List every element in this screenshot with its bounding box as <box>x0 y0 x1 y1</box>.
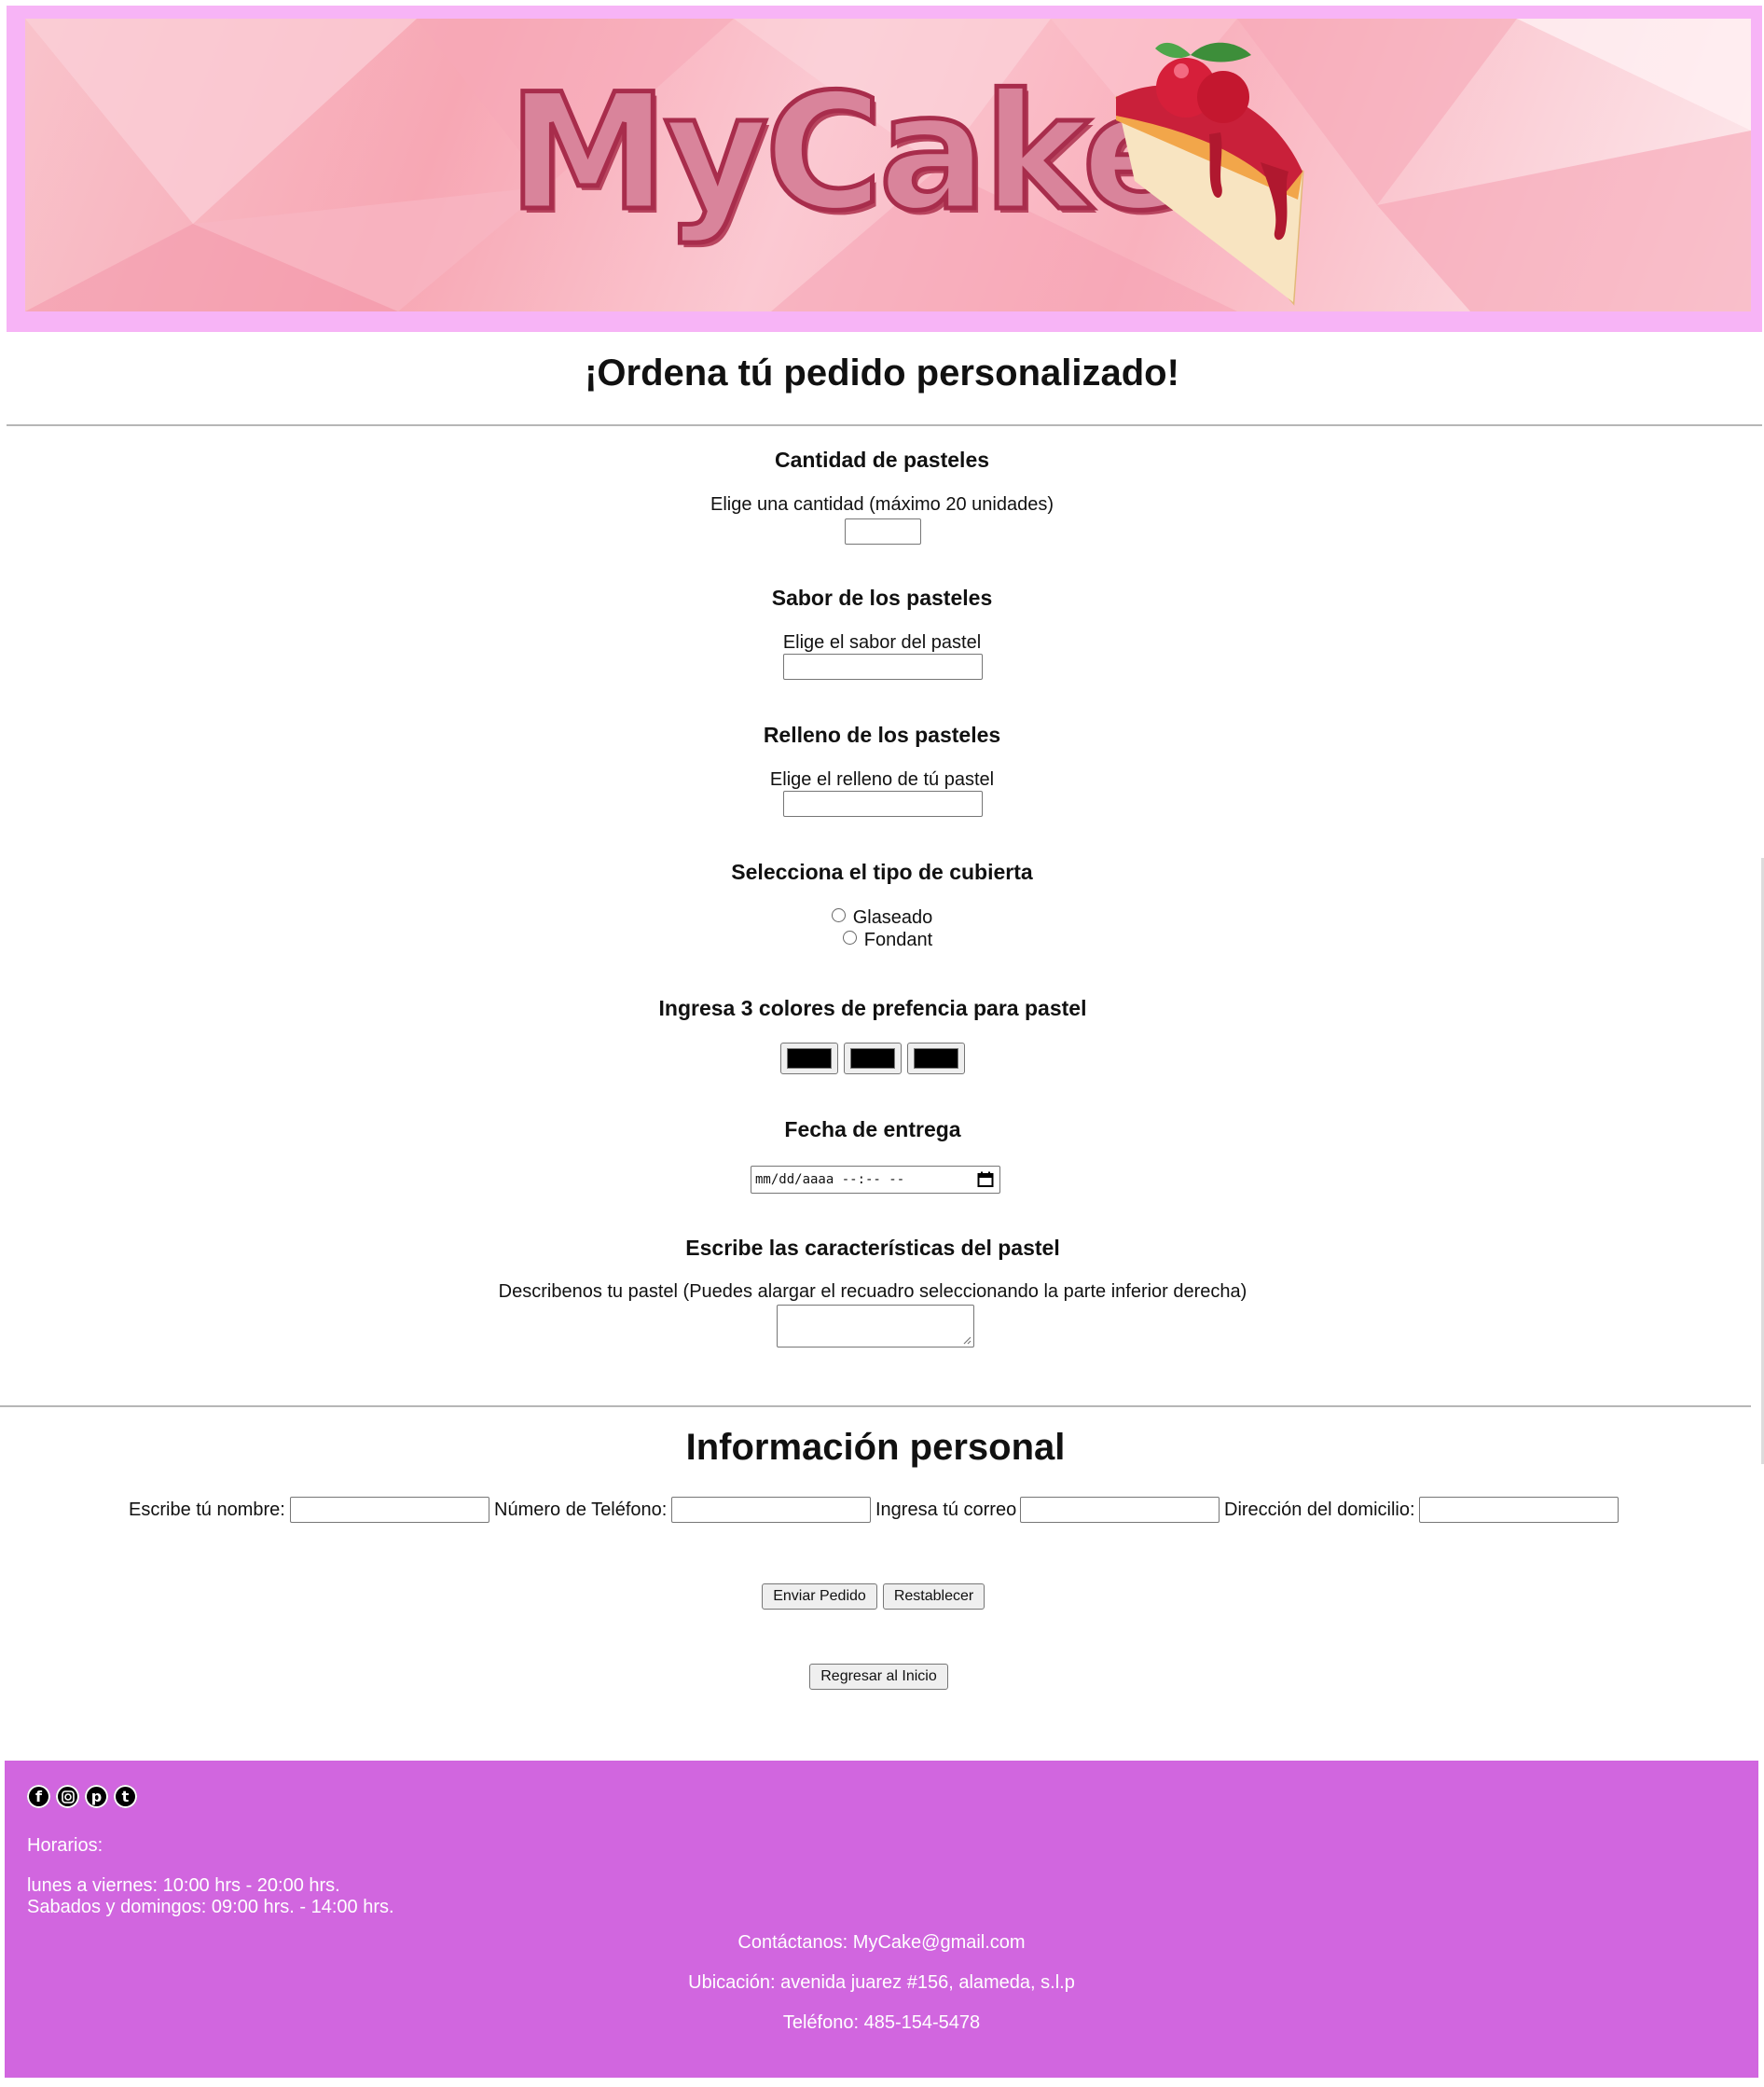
cake-slice-icon <box>1114 42 1304 306</box>
instagram-icon[interactable] <box>56 1785 79 1808</box>
page-title: ¡Ordena tú pedido personalizado! <box>585 352 1179 394</box>
address-label: Dirección del domicilio: <box>1224 1500 1415 1520</box>
flavor-section-title: Sabor de los pasteles <box>771 586 993 610</box>
name-label: Escribe tú nombre: <box>129 1500 285 1520</box>
quantity-section-title: Cantidad de pasteles <box>774 448 990 472</box>
filling-label: Elige el relleno de tú pastel <box>769 769 995 790</box>
quantity-input[interactable] <box>845 518 921 545</box>
pinterest-icon[interactable]: p <box>85 1785 108 1808</box>
phone-label: Número de Teléfono: <box>494 1500 668 1520</box>
divider <box>0 1405 1751 1407</box>
divider <box>7 424 1762 426</box>
logo-text: MyCake <box>506 59 1193 246</box>
radio-label-glaseado: Glaseado <box>852 907 933 928</box>
social-icons: f p t <box>27 1785 137 1808</box>
address-input[interactable] <box>1419 1497 1619 1523</box>
description-textarea[interactable] <box>777 1305 974 1348</box>
header-banner: MyCake <box>25 19 1751 311</box>
filling-section-title: Relleno de los pasteles <box>763 723 1001 747</box>
resize-grip-icon[interactable] <box>962 1335 972 1345</box>
radio-button[interactable] <box>831 908 846 923</box>
facebook-icon[interactable]: f <box>27 1785 50 1808</box>
name-input[interactable] <box>290 1497 489 1523</box>
tumblr-icon[interactable]: t <box>114 1785 137 1808</box>
flavor-input[interactable] <box>783 654 983 680</box>
filling-input[interactable] <box>783 791 983 817</box>
email-label: Ingresa tú correo <box>875 1500 1017 1520</box>
color-picker-1[interactable] <box>780 1043 838 1074</box>
email-input[interactable] <box>1020 1497 1220 1523</box>
flavor-label: Elige el sabor del pastel <box>782 632 982 653</box>
back-home-button[interactable]: Regresar al Inicio <box>809 1664 948 1690</box>
datetime-placeholder: mm/dd/aaaa --:-- -- <box>755 1172 905 1187</box>
header-banner-frame: MyCake <box>7 6 1762 332</box>
phone-input[interactable] <box>671 1497 871 1523</box>
radio-button[interactable] <box>842 931 857 946</box>
colors-section-title: Ingresa 3 colores de prefencia para past… <box>658 996 1087 1020</box>
radio-glaseado[interactable]: Glaseado <box>0 907 1764 929</box>
calendar-icon[interactable] <box>977 1171 994 1188</box>
description-section-title: Escribe las características del pastel <box>685 1236 1060 1260</box>
contact-phone: Teléfono: 485-154-5478 <box>782 2012 981 2033</box>
location-address: Ubicación: avenida juarez #156, alameda,… <box>688 1972 1075 1993</box>
submit-order-button[interactable]: Enviar Pedido <box>762 1583 877 1610</box>
description-label: Describenos tu pastel (Puedes alargar el… <box>498 1281 1247 1302</box>
hours-title: Horarios: <box>27 1835 103 1856</box>
delivery-datetime-input[interactable]: mm/dd/aaaa --:-- -- <box>751 1166 1000 1194</box>
footer: f p t Horarios: lunes a viernes: 10:00 h… <box>5 1761 1758 2078</box>
covering-section-title: Selecciona el tipo de cubierta <box>731 860 1033 884</box>
reset-button[interactable]: Restablecer <box>883 1583 985 1610</box>
radio-fondant[interactable]: Fondant <box>6 930 1764 951</box>
personal-info-title: Información personal <box>685 1427 1066 1468</box>
color-picker-2[interactable] <box>844 1043 902 1074</box>
hours-weekends: Sabados y domingos: 09:00 hrs. - 14:00 h… <box>27 1897 394 1917</box>
contact-email: Contáctanos: MyCake@gmail.com <box>737 1932 1026 1953</box>
color-picker-3[interactable] <box>907 1043 965 1074</box>
hours-weekdays: lunes a viernes: 10:00 hrs - 20:00 hrs. <box>27 1875 340 1896</box>
quantity-label: Elige una cantidad (máximo 20 unidades) <box>710 494 1054 515</box>
delivery-section-title: Fecha de entrega <box>784 1117 961 1141</box>
radio-label-fondant: Fondant <box>863 930 933 950</box>
